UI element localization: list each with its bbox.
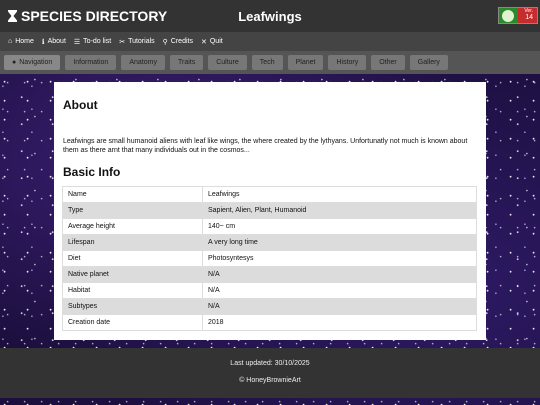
- row-label: Habitat: [62, 282, 203, 299]
- main-menu: ⌂ Home ℹ About ☰ To-do list ✂ Tutorials ⚲ Cre…: [0, 32, 540, 51]
- row-label: Lifespan: [62, 234, 203, 251]
- menu-item-label: Credits: [170, 38, 193, 45]
- mascot-icon: [502, 10, 514, 22]
- copyright: © HoneyBrownieArt: [239, 377, 301, 384]
- info-icon: ℹ: [41, 38, 45, 46]
- menu-item-label: Quit: [209, 38, 223, 45]
- table-row: Subtypes N/A: [62, 298, 477, 315]
- table-row: Diet Photosyntesys: [62, 250, 477, 267]
- tab-label: Navigation: [19, 59, 53, 66]
- tab-history[interactable]: History: [328, 55, 367, 70]
- tab-traits[interactable]: Traits: [169, 55, 204, 70]
- row-label: Subtypes: [62, 298, 203, 315]
- menu-item-label: To-do list: [83, 38, 112, 45]
- compass-icon: ●: [12, 59, 17, 66]
- row-value: N/A: [202, 282, 477, 299]
- about-heading: About: [63, 98, 98, 112]
- row-value: Photosyntesys: [202, 250, 477, 267]
- menu-item-todo[interactable]: ☰ To-do list: [74, 38, 111, 46]
- site-footer: Last updated: 30/10/2025 © HoneyBrownieA…: [0, 348, 540, 398]
- row-value: A very long time: [202, 234, 477, 251]
- list-icon: ☰: [73, 38, 81, 46]
- tab-gallery[interactable]: Gallery: [409, 55, 448, 70]
- tab-planet[interactable]: Planet: [287, 55, 324, 70]
- menu-item-about[interactable]: ℹ About: [42, 38, 66, 46]
- tab-tech[interactable]: Tech: [251, 55, 283, 70]
- row-value: N/A: [202, 266, 477, 283]
- about-description: Leafwings are small humanoid aliens with…: [63, 138, 468, 154]
- row-label: Native planet: [62, 266, 203, 283]
- row-value: Leafwings: [202, 186, 477, 203]
- quit-icon: ✕: [200, 38, 207, 46]
- row-label: Average height: [62, 218, 203, 235]
- tab-other[interactable]: Other: [371, 55, 405, 70]
- tab-information[interactable]: Information: [65, 55, 117, 70]
- menu-item-credits[interactable]: ⚲ Credits: [163, 38, 193, 46]
- row-label: Creation date: [62, 314, 203, 331]
- menu-item-quit[interactable]: ✕ Quit: [201, 38, 223, 46]
- home-icon: ⌂: [8, 38, 13, 45]
- row-label: Name: [62, 186, 203, 203]
- menu-item-tutorials[interactable]: ✂ Tutorials: [119, 38, 154, 46]
- version-number: 14: [525, 14, 533, 21]
- table-row: Lifespan A very long time: [62, 234, 477, 251]
- basic-info-heading: Basic Info: [63, 165, 121, 179]
- menu-item-home[interactable]: ⌂ Home: [8, 38, 34, 45]
- table-row: Native planet N/A: [62, 266, 477, 283]
- last-updated: Last updated: 30/10/2025: [230, 360, 310, 367]
- version-badge: Ver. 14: [498, 7, 538, 24]
- search-icon: ⚲: [162, 38, 168, 46]
- menu-item-label: About: [47, 38, 66, 45]
- table-row: Type Sapient, Alien, Plant, Humanoid: [62, 202, 477, 219]
- row-label: Type: [62, 202, 203, 219]
- row-value: N/A: [202, 298, 477, 315]
- menu-item-label: Home: [15, 38, 34, 45]
- row-label: Diet: [62, 250, 203, 267]
- tools-icon: ✂: [119, 38, 126, 46]
- table-row: Average height 140~ cm: [62, 218, 477, 235]
- tab-culture[interactable]: Culture: [208, 55, 247, 70]
- row-value: 2018: [202, 314, 477, 331]
- row-value: 140~ cm: [202, 218, 477, 235]
- tab-anatomy[interactable]: Anatomy: [121, 55, 165, 70]
- tab-navigation[interactable]: ● Navigation: [4, 55, 61, 70]
- table-row: Habitat N/A: [62, 282, 477, 299]
- section-tabs: ● Navigation Information Anatomy Traits C…: [0, 51, 540, 74]
- menu-item-label: Tutorials: [128, 38, 155, 45]
- row-value: Sapient, Alien, Plant, Humanoid: [202, 202, 477, 219]
- table-row: Creation date 2018: [62, 314, 477, 331]
- basic-info-table: Name Leafwings Type Sapient, Alien, Plant,…: [62, 186, 477, 331]
- site-header: SPECIES DIRECTORY Leafwings Ver. 14: [0, 0, 540, 32]
- content-panel: About Leafwings are small humanoid alien…: [54, 82, 486, 340]
- page-title: Leafwings: [238, 9, 302, 24]
- table-row: Name Leafwings: [62, 186, 477, 203]
